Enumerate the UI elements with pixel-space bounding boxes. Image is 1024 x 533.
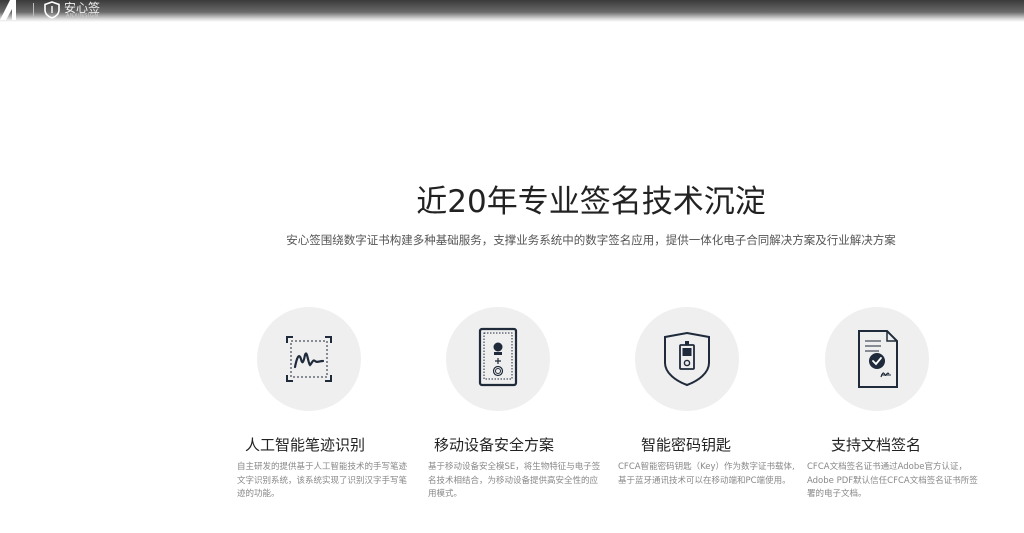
handwriting-recognition-icon [286,336,332,382]
top-navigation-bar: 安心签 ANXINSIGN [0,0,1024,22]
feature-description: 自主研发的提供基于人工智能技术的手写笔迹文字识别系统，该系统实现了识别汉字手写笔… [237,462,408,499]
shield-logo-icon[interactable] [43,1,61,19]
document-signature-icon [858,330,898,388]
mobile-device-security-icon [478,327,518,387]
feature-description: CFCA文档签名证书通过Adobe官方认证，Adobe PDF默认信任CFCA文… [807,462,978,499]
section-subtitle: 安心签围绕数字证书构建多种基础服务，支撑业务系统中的数字签名应用，提供一体化电子… [286,233,896,247]
smart-key-icon [664,331,710,387]
section-title: 近20年专业签名技术沉淀 [416,184,766,220]
feature-icon-circle [446,307,550,411]
feature-title: 支持文档签名 [830,436,921,454]
brand-subname: ANXINSIGN [66,13,99,19]
feature-icon-circle [257,307,361,411]
brand-a-logo-icon[interactable] [0,0,22,20]
feature-title: 智能密码钥匙 [640,436,731,454]
feature-title: 人工智能笔迹识别 [244,436,365,454]
feature-icon-circle [635,307,739,411]
feature-icon-circle [825,307,929,411]
feature-title: 移动设备安全方案 [433,436,554,454]
feature-description: 基于移动设备安全模SE，将生物特征与电子签名技术相结合，为移动设备提供高安全性的… [428,462,601,499]
logo-divider [33,3,34,17]
feature-description: CFCA智能密码钥匙（Key）作为数字证书载体,基于蓝牙通讯技术可以在移动端和P… [618,462,795,486]
